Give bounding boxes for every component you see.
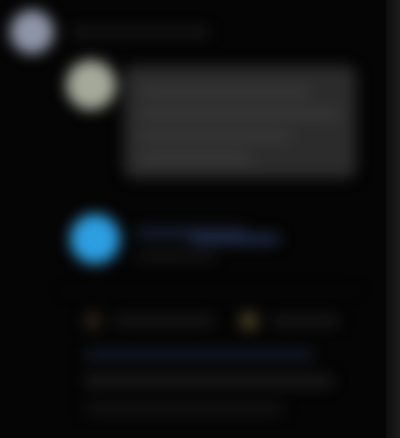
- post-card[interactable]: [124, 66, 356, 178]
- scrollbar[interactable]: [386, 0, 400, 438]
- account-avatar-icon[interactable]: [70, 214, 120, 264]
- action-label-placeholder: [270, 317, 340, 325]
- top-avatar-icon[interactable]: [10, 10, 54, 54]
- reply-icon[interactable]: [84, 312, 102, 330]
- feed-row-placeholder: [84, 376, 334, 386]
- account-handle-placeholder: [136, 252, 216, 260]
- star-icon[interactable]: [240, 312, 258, 330]
- feed-row-placeholder: [84, 350, 314, 360]
- feed-row-placeholder: [84, 404, 284, 414]
- card-text-line: [140, 110, 340, 118]
- card-text-line: [140, 154, 250, 162]
- card-text-line: [140, 132, 290, 140]
- card-text-line: [140, 88, 310, 96]
- header-placeholder: [70, 28, 210, 36]
- action-label-placeholder: [114, 317, 214, 325]
- post-avatar-icon[interactable]: [66, 60, 116, 110]
- account-link-placeholder[interactable]: [190, 234, 280, 244]
- divider: [60, 290, 360, 291]
- blurred-feed: [0, 0, 400, 438]
